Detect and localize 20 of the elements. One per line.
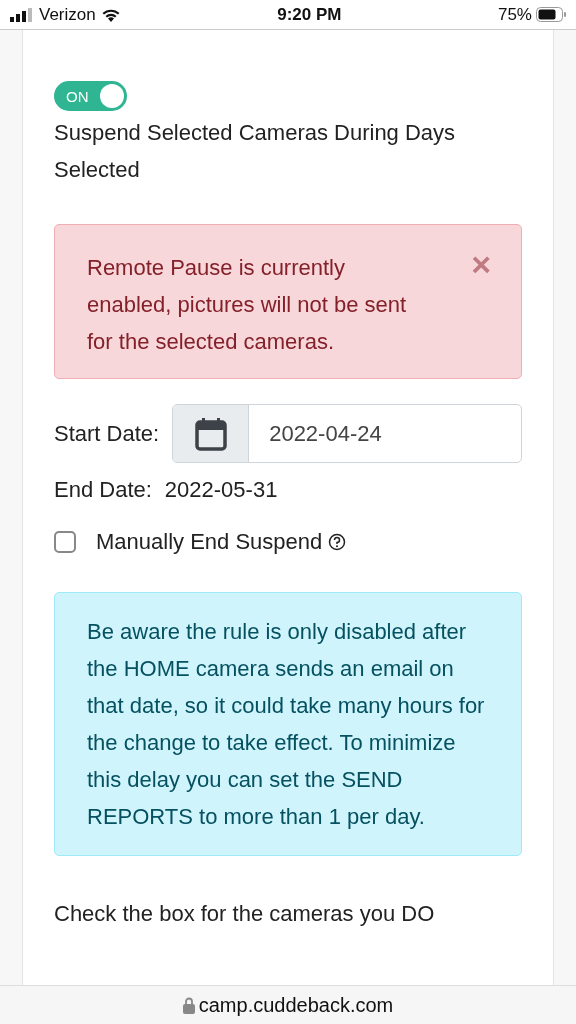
checkbox[interactable] xyxy=(54,531,76,553)
instruction-text: Check the box for the cameras you DO xyxy=(54,901,436,927)
alert-message: Remote Pause is currently enabled, pictures will not be sent for the selected cameras. xyxy=(87,254,408,356)
field-label: End Date: xyxy=(54,477,152,503)
field-label: Start Date: xyxy=(54,420,160,447)
battery-percent: 75% xyxy=(497,4,532,25)
calendar-icon xyxy=(194,416,227,451)
end-date-value: 2022-05-31 xyxy=(164,477,278,503)
date-field[interactable]: 2022-04-24 xyxy=(172,404,522,463)
lock-icon xyxy=(182,996,195,1014)
checkbox-label: Manually End Suspend xyxy=(96,529,323,555)
wifi-icon xyxy=(100,7,121,22)
battery-icon xyxy=(536,7,566,22)
help-icon[interactable] xyxy=(328,533,347,551)
url-bar[interactable]: camp.cuddeback.com xyxy=(0,985,576,1024)
section-title: Suspend Selected Cameras During Days Selected xyxy=(54,119,457,184)
info-message: Be aware the rule is only disabled after the HOME camera sends an email on that date, so it could take many hours for the change to take effect. To minimize this delay you can set the SEND REPORTS to more than 1 per day. xyxy=(54,592,522,856)
clock-time: 9:20 PM xyxy=(277,4,342,25)
carrier-name: Verizon xyxy=(39,4,96,25)
signal-icon xyxy=(10,7,34,22)
